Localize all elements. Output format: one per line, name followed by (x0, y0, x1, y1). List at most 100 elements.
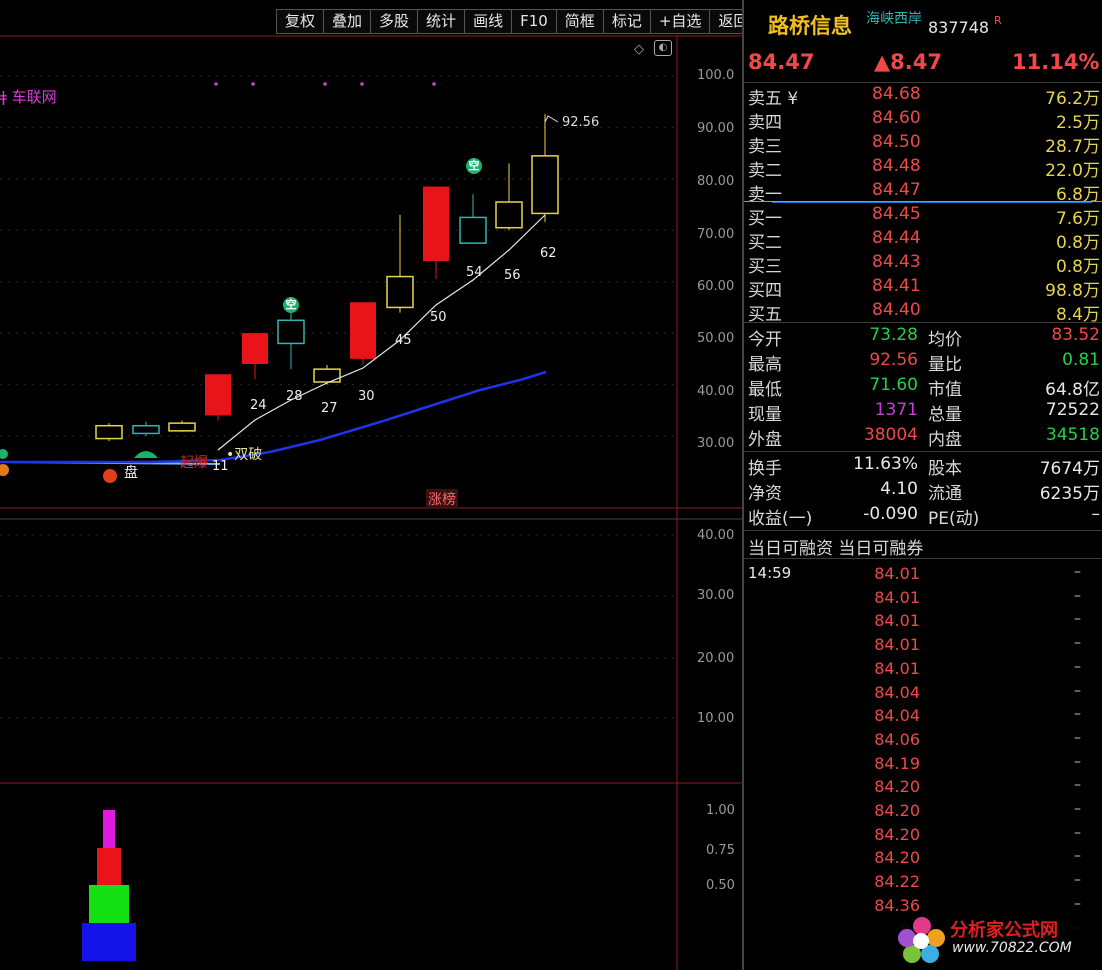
stat-label: 外盘 (748, 430, 782, 450)
candle-body[interactable] (350, 302, 376, 359)
ask-row[interactable]: 卖五 ¥ 84.68 76.2万 (748, 84, 1100, 109)
bid-row[interactable]: 买三 84.43 0.8万 (748, 252, 1100, 277)
bid-row[interactable]: 买一 84.45 7.6万 (748, 204, 1100, 229)
peak-price-label: 92.56 (562, 115, 600, 130)
toolbar-button[interactable]: +自选 (650, 9, 711, 34)
toolbar-button[interactable]: 叠加 (324, 9, 372, 34)
candle-body[interactable] (132, 424, 160, 435)
toolbar-button[interactable]: 简框 (556, 9, 604, 34)
panel-toggle-icon[interactable]: ◐ (654, 40, 672, 56)
tick-price: 84.01 (874, 587, 920, 607)
stat-label: 市值 (928, 380, 962, 400)
candle-body[interactable] (531, 155, 559, 215)
stock-mark: R (994, 14, 1002, 27)
bid-volume: 0.8万 (1055, 233, 1100, 253)
y-tick-label: 0.75 (706, 843, 735, 858)
fundamental-row: 收益(一) -0.090 PE(动) – (748, 504, 1100, 529)
kline-chart-area[interactable]: 复权 叠加 多股 统计 画线 F10 简框 标记 +自选 返回 ǂ 车联网 ◇ ◐ 92.56 涨… (0, 0, 758, 970)
bid-price: 84.43 (872, 252, 921, 272)
bid-volume: 7.6万 (1055, 209, 1100, 229)
tick-price: 84.01 (874, 658, 920, 678)
candle-body[interactable] (495, 201, 523, 229)
y-tick-label: 80.00 (697, 174, 735, 189)
stat-label: 收益(一) (748, 509, 813, 529)
y-tick-label: 40.00 (697, 384, 735, 399)
tick-volume: – (1074, 753, 1081, 770)
candle-number-label: 11 (212, 459, 229, 474)
stat-value: 64.8亿 (1045, 380, 1100, 400)
toolbar-button[interactable]: 复权 (277, 9, 325, 34)
y-tick-label: 50.00 (697, 331, 735, 346)
bid-level-label: 买三 (748, 257, 782, 277)
candle-body[interactable] (423, 186, 449, 262)
peak-marker (544, 115, 559, 123)
empty-signal-icon: 空 (283, 297, 299, 313)
stat-value: -0.090 (863, 504, 918, 524)
ask-price: 84.68 (872, 84, 921, 104)
candle-number-label: 62 (540, 246, 557, 261)
stat-value: 4.10 (880, 479, 918, 499)
marker-dot (214, 82, 218, 86)
stat-row: 现量 1371 总量 72522 (748, 400, 1100, 425)
watermark-title: 分析家公式网 (950, 920, 1058, 941)
tick-price: 84.01 (874, 564, 920, 583)
stat-label: 今开 (748, 330, 782, 350)
fundamental-row: 换手 11.63% 股本 7674万 (748, 454, 1100, 479)
bid-price: 84.41 (872, 276, 921, 296)
toolbar-button[interactable]: 画线 (465, 9, 513, 34)
ask-row[interactable]: 卖四 84.60 2.5万 (748, 108, 1100, 133)
toolbar-button[interactable]: 统计 (418, 9, 466, 34)
tick-price: 84.19 (874, 753, 920, 773)
ask-row[interactable]: 卖三 84.50 28.7万 (748, 132, 1100, 157)
start-signal: 起爆 (180, 455, 208, 471)
candle-body[interactable] (205, 374, 231, 416)
candle-number-label: 30 (358, 389, 375, 404)
toolbar-button[interactable]: 标记 (603, 9, 651, 34)
candle-body[interactable] (242, 333, 268, 364)
volume-bar (97, 848, 121, 885)
candle-number-label: 50 (430, 310, 447, 325)
bid-row[interactable]: 买二 84.44 0.8万 (748, 228, 1100, 253)
tick-volume: – (1074, 658, 1081, 675)
ask-volume: 2.5万 (1055, 113, 1100, 133)
quote-panel: 路桥信息 海峡西岸 837748 R 84.47 ▲8.47 11.14% 卖五… (742, 0, 1102, 970)
tick-price: 84.04 (874, 682, 920, 702)
y-tick-label: 30.00 (697, 436, 735, 451)
double-break-signal: •双破 (226, 447, 263, 463)
stock-tag[interactable]: 海峡西岸 (866, 8, 922, 28)
stat-label: 最低 (748, 380, 782, 400)
candle-body[interactable] (277, 319, 305, 345)
marker-dot (360, 82, 364, 86)
tick-price: 84.20 (874, 848, 920, 868)
toolbar-button[interactable]: 多股 (371, 9, 419, 34)
candle-body[interactable] (313, 368, 341, 383)
ask-row[interactable]: 卖二 84.48 22.0万 (748, 156, 1100, 181)
tick-volume: – (1074, 682, 1081, 699)
ask-volume: 22.0万 (1045, 161, 1100, 181)
bid-volume: 98.8万 (1045, 281, 1100, 301)
diamond-icon[interactable]: ◇ (634, 42, 644, 57)
divider (744, 82, 1102, 83)
y-tick-label: 30.00 (697, 588, 735, 603)
divider (744, 558, 1102, 559)
tick-volume: – (1074, 895, 1081, 912)
candle-number-label: 45 (395, 333, 412, 348)
stat-value: 6235万 (1039, 484, 1100, 504)
candle-body[interactable] (386, 275, 414, 309)
stat-row: 外盘 38004 内盘 34518 (748, 425, 1100, 450)
kline-chart[interactable] (0, 0, 742, 970)
candle-body[interactable] (168, 422, 196, 432)
y-tick-label: 90.00 (697, 121, 735, 136)
candle-body[interactable] (95, 424, 123, 440)
stat-value: 7674万 (1039, 459, 1100, 479)
bid-row[interactable]: 买五 84.40 8.4万 (748, 300, 1100, 325)
toolbar-button[interactable]: F10 (512, 9, 557, 34)
tick-price: 84.22 (874, 872, 920, 892)
stat-value: 1371 (874, 400, 918, 420)
site-watermark: 分析家公式网 www.70822.COM (894, 914, 1098, 966)
stat-label: 流通 (928, 484, 962, 504)
candle-body[interactable] (459, 216, 487, 244)
y-tick-label: 20.00 (697, 651, 735, 666)
bid-row[interactable]: 买四 84.41 98.8万 (748, 276, 1100, 301)
y-tick-label: 1.00 (706, 803, 735, 818)
